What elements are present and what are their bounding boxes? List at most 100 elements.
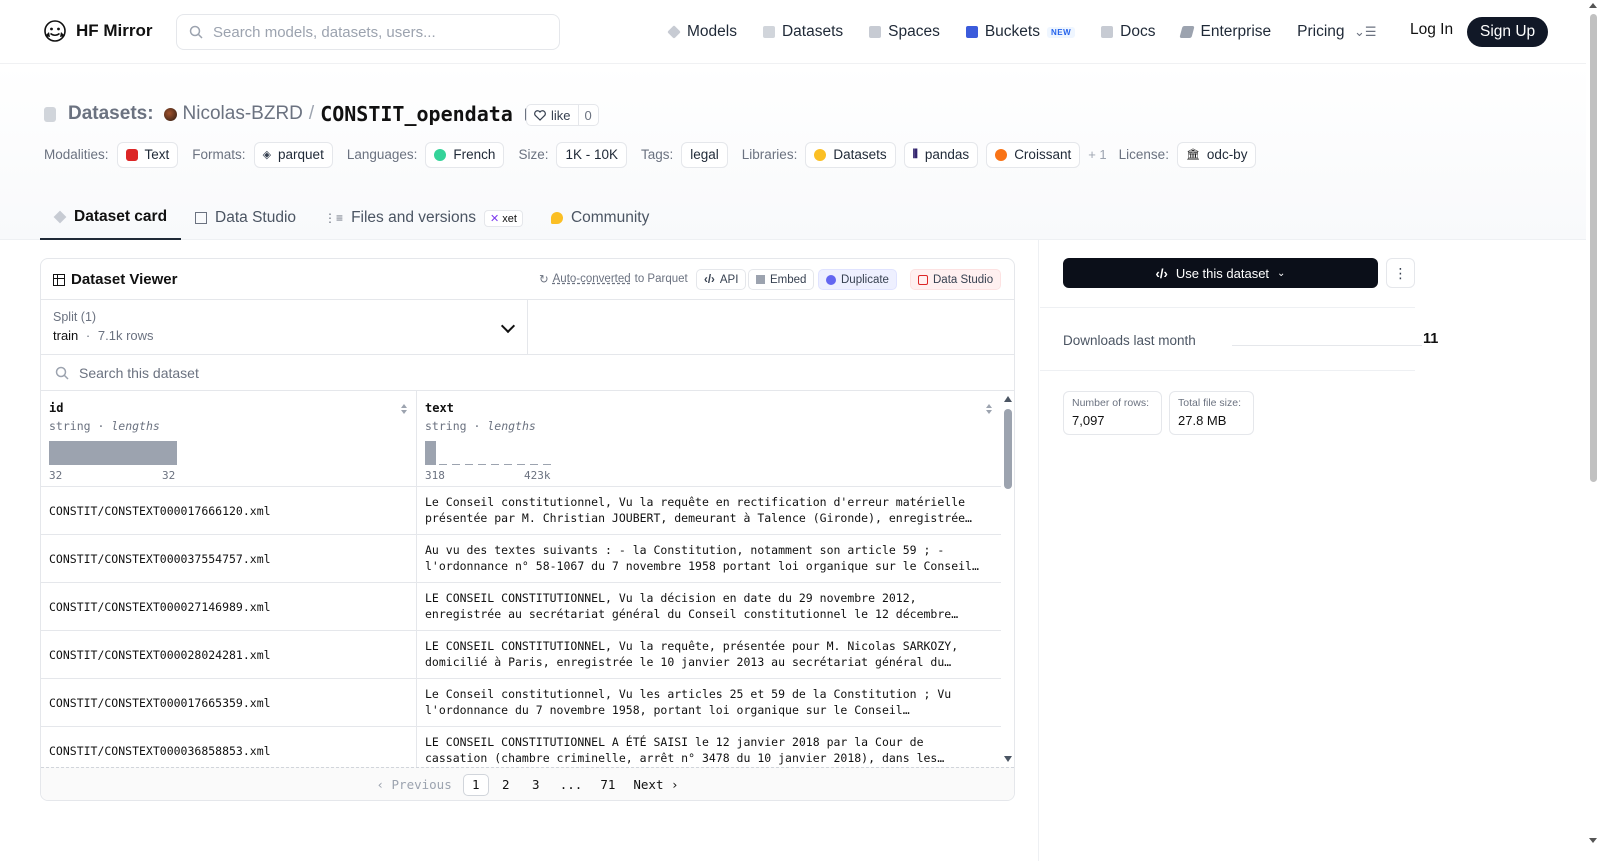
database-icon — [762, 26, 775, 38]
nav-buckets[interactable]: Buckets NEW — [965, 23, 1076, 41]
nav-buckets-label: Buckets — [984, 23, 1040, 40]
size-chip[interactable]: 1K - 10K — [556, 141, 627, 168]
auto-converted-link[interactable]: Auto-converted — [553, 273, 631, 285]
repo-owner-link[interactable]: Nicolas-BZRD — [183, 103, 303, 125]
nav-spaces[interactable]: Spaces — [869, 23, 940, 41]
nav-docs[interactable]: Docs — [1101, 23, 1155, 41]
library-chip-pandas[interactable]: ⦀ pandas — [903, 141, 979, 168]
data-studio-button[interactable]: Data Studio — [910, 269, 1002, 290]
column-type: string · lengths — [49, 419, 408, 433]
cell-text: Le Conseil constitutionnel, Vu la requêt… — [417, 487, 1001, 535]
scroll-thumb[interactable] — [1590, 14, 1597, 482]
api-button[interactable]: ‹/› API — [696, 269, 747, 290]
histogram-bar[interactable] — [49, 441, 177, 465]
formats-label: Formats: — [192, 147, 246, 162]
cell-text: LE CONSEIL CONSTITUTIONNEL, Vu la décisi… — [417, 583, 1001, 631]
page-2-button[interactable]: 2 — [493, 774, 519, 796]
scroll-up-icon[interactable] — [1004, 396, 1012, 402]
table-row[interactable]: CONSTIT/CONSTEXT000017665359.xml Le Cons… — [41, 679, 1001, 727]
column-header-text[interactable]: text string · lengths 318 423k — [417, 391, 1001, 487]
more-options-button[interactable]: ⋮ — [1386, 258, 1415, 288]
scroll-up-icon[interactable] — [1589, 3, 1597, 8]
table-icon — [53, 273, 65, 286]
tab-files[interactable]: ⋮≡ Files and versions ✕ xet — [310, 196, 537, 240]
histogram-bar[interactable] — [425, 441, 436, 465]
login-link[interactable]: Log In — [1410, 21, 1453, 39]
next-page-button[interactable]: Next › — [626, 774, 685, 796]
table-row[interactable]: CONSTIT/CONSTEXT000036858853.xml LE CONS… — [41, 727, 1001, 767]
nav-datasets[interactable]: Datasets — [762, 23, 843, 41]
embed-button[interactable]: Embed — [748, 269, 815, 290]
hf-logo-icon — [44, 20, 66, 42]
page-scrollbar[interactable] — [1586, 0, 1600, 861]
more-menu-icon[interactable]: ⌄☰ — [1354, 24, 1377, 40]
histogram-bar[interactable] — [517, 464, 525, 465]
license-chip[interactable]: 🏛 odc-by — [1176, 141, 1257, 168]
library-chip-croissant[interactable]: Croissant — [986, 141, 1081, 168]
viewer-title: Dataset Viewer — [53, 271, 177, 288]
global-search[interactable] — [176, 14, 560, 50]
scroll-thumb[interactable] — [1004, 409, 1012, 489]
language-chip[interactable]: French — [425, 141, 505, 168]
modality-chip[interactable]: Text — [116, 141, 179, 168]
auto-converted-rest: to Parquet — [634, 273, 688, 285]
use-dataset-button[interactable]: ‹/› Use this dataset ⌄ — [1063, 258, 1378, 288]
histogram-bar[interactable] — [530, 464, 538, 465]
histogram-bar[interactable] — [543, 464, 551, 465]
sort-icon[interactable] — [985, 403, 993, 415]
tab-files-label: Files and versions — [351, 209, 476, 226]
data-table: id string · lengths 32 32 text string · … — [41, 391, 1001, 767]
histogram-bar[interactable] — [491, 464, 499, 465]
like-label: like — [551, 107, 571, 123]
scroll-down-icon[interactable] — [1589, 838, 1597, 843]
libraries-more[interactable]: + 1 — [1088, 147, 1106, 162]
table-row[interactable]: CONSTIT/CONSTEXT000037554757.xml Au vu d… — [41, 535, 1001, 583]
split-name: train — [53, 328, 79, 343]
tab-data-studio[interactable]: Data Studio — [181, 196, 310, 240]
page-3-button[interactable]: 3 — [523, 774, 549, 796]
repo-type-label[interactable]: Datasets: — [68, 103, 154, 125]
tab-dataset-card[interactable]: Dataset card — [40, 196, 182, 240]
brand[interactable]: HF Mirror — [42, 18, 153, 44]
stat-file-size: Total file size: 27.8 MB — [1169, 391, 1254, 435]
histogram-bar[interactable] — [465, 464, 473, 465]
repo-name-link[interactable]: CONSTIT_opendata — [320, 102, 513, 126]
page-1-button[interactable]: 1 — [462, 773, 489, 796]
nav-pricing[interactable]: Pricing — [1297, 23, 1344, 41]
table-row[interactable]: CONSTIT/CONSTEXT000017666120.xml Le Cons… — [41, 487, 1001, 535]
cell-text-line: domicilié à Paris, enregistrée le 10 jan… — [425, 655, 952, 669]
table-row[interactable]: CONSTIT/CONSTEXT000028024281.xml LE CONS… — [41, 631, 1001, 679]
duplicate-icon — [826, 274, 836, 285]
duplicate-button[interactable]: Duplicate — [818, 269, 897, 290]
tag-chip[interactable]: legal — [681, 141, 728, 168]
cell-id: CONSTIT/CONSTEXT000017666120.xml — [41, 487, 417, 535]
scroll-down-icon[interactable] — [1004, 756, 1012, 762]
table-scrollbar[interactable] — [1001, 391, 1014, 767]
dataset-search-input[interactable] — [79, 364, 479, 381]
format-chip[interactable]: ◈ parquet — [253, 141, 333, 168]
global-search-input[interactable] — [213, 23, 533, 41]
signup-button[interactable]: Sign Up — [1467, 17, 1549, 47]
split-selector[interactable]: Split (1) train · 7.1k rows — [41, 299, 528, 355]
dataset-search[interactable] — [41, 355, 1014, 391]
histogram-bar[interactable] — [504, 464, 512, 465]
page-last-button[interactable]: 71 — [593, 774, 622, 796]
sort-icon[interactable] — [400, 403, 408, 415]
library-chip-datasets[interactable]: Datasets — [805, 141, 896, 168]
cell-text-line: l'ordonnance du 7 novembre 1958, portant… — [425, 703, 910, 717]
histogram-max: 423k — [524, 469, 551, 482]
table-row[interactable]: CONSTIT/CONSTEXT000027146989.xml LE CONS… — [41, 583, 1001, 631]
like-button[interactable]: like 0 — [526, 104, 599, 126]
cell-id: CONSTIT/CONSTEXT000036858853.xml — [41, 727, 417, 767]
tab-community[interactable]: Community — [537, 196, 663, 240]
nav-models[interactable]: Models — [667, 23, 737, 41]
column-histogram — [49, 439, 179, 465]
nav-enterprise[interactable]: Enterprise — [1179, 23, 1271, 41]
histogram-bar[interactable] — [478, 464, 486, 465]
column-histogram — [425, 439, 555, 465]
previous-page-button[interactable]: ‹ Previous — [369, 774, 458, 796]
top-navbar: HF Mirror Models Datasets Spaces Buckets… — [0, 0, 1586, 64]
histogram-bar[interactable] — [439, 464, 447, 465]
column-header-id[interactable]: id string · lengths 32 32 — [41, 391, 417, 487]
histogram-bar[interactable] — [452, 464, 460, 465]
